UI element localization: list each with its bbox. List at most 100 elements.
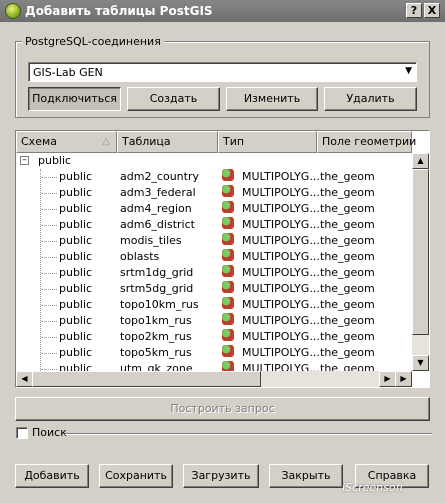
row-schema: public [59,250,93,263]
connection-select[interactable]: GIS-Lab GEN ▼ [28,62,417,82]
multipolygon-icon [222,169,234,181]
scroll-right-icon[interactable]: ▶ [379,371,396,387]
search-checkbox[interactable] [16,427,28,439]
row-geometry-field: the_geom [320,298,375,311]
column-header-type[interactable]: Тип [218,131,317,153]
vertical-scroll-thumb[interactable] [412,169,429,335]
row-table-name: oblasts [120,250,160,263]
horizontal-scroll-thumb[interactable] [32,371,261,387]
title-bar: Добавить таблицы PostGIS ? X [0,0,445,22]
close-title-button[interactable]: X [424,3,440,18]
row-schema: public [59,202,93,215]
row-table-name: topo2km_rus [120,330,192,343]
table-row[interactable]: public topo10km_rus MULTIPOLYG... the_geom [16,297,412,313]
row-schema: public [59,234,93,247]
row-schema: public [59,218,93,231]
multipolygon-icon [222,185,234,197]
create-button[interactable]: Создать [127,87,220,111]
row-table-name: topo5km_rus [120,346,192,359]
tables-tree[interactable]: Схема △ Таблица Тип Поле геометрии – pub… [15,130,430,388]
column-header-schema-label: Схема [21,135,57,148]
horizontal-scrollbar[interactable]: ◀ ▶ ▶ [16,371,412,387]
row-table-name: srtm1dg_grid [120,266,194,279]
row-geometry-field: the_geom [320,186,375,199]
row-table-name: adm6_district [120,218,195,231]
row-geometry-type: MULTIPOLYG... [242,346,320,359]
watermark-text: iScreensoft [342,481,404,494]
multipolygon-icon [222,281,234,293]
table-row[interactable]: public topo1km_rus MULTIPOLYG... the_geom [16,313,412,329]
row-table-name: modis_tiles [120,234,182,247]
load-button[interactable]: Загрузить [183,464,259,488]
table-row[interactable]: public adm4_region MULTIPOLYG... the_geom [16,201,412,217]
scroll-up-icon[interactable]: ▲ [412,153,429,169]
table-row[interactable]: public srtm5dg_grid MULTIPOLYG... the_geom [16,281,412,297]
help-title-button[interactable]: ? [406,3,422,18]
row-geometry-type: MULTIPOLYG... [242,266,320,279]
column-header-schema[interactable]: Схема △ [16,131,117,153]
table-row[interactable]: public adm2_country MULTIPOLYG... the_geom [16,169,412,185]
delete-button[interactable]: Удалить [324,87,417,111]
row-geometry-field: the_geom [320,314,375,327]
row-geometry-field: the_geom [320,266,375,279]
multipolygon-icon [222,345,234,357]
row-table-name: topo1km_rus [120,314,192,327]
table-row[interactable]: public topo2km_rus MULTIPOLYG... the_geom [16,329,412,345]
save-button[interactable]: Сохранить [99,464,173,488]
row-geometry-field: the_geom [320,330,375,343]
row-geometry-field: the_geom [320,346,375,359]
row-geometry-type: MULTIPOLYG... [242,298,320,311]
row-geometry-field: the_geom [320,218,375,231]
row-geometry-field: the_geom [320,250,375,263]
scroll-down-icon[interactable]: ▼ [412,355,429,371]
scroll-right-end-icon[interactable]: ▶ [395,371,412,387]
row-geometry-type: MULTIPOLYG... [242,218,320,231]
multipolygon-icon [222,297,234,309]
table-row[interactable]: public topo5km_rus MULTIPOLYG... the_geom [16,345,412,361]
multipolygon-icon [222,329,234,341]
divider [65,433,432,435]
qgis-logo-icon [5,3,21,19]
multipolygon-icon [222,217,234,229]
column-header-geometry[interactable]: Поле геометрии [317,131,416,153]
schema-node[interactable]: public [16,153,412,169]
multipolygon-icon [222,313,234,325]
chevron-down-icon[interactable]: ▼ [405,66,412,76]
connection-select-value: GIS-Lab GEN [33,66,103,79]
row-geometry-type: MULTIPOLYG... [242,202,320,215]
row-schema: public [59,346,93,359]
vertical-scrollbar[interactable]: ▲ ▼ [412,153,429,371]
row-geometry-field: the_geom [320,234,375,247]
row-schema: public [59,282,93,295]
close-button[interactable]: Закрыть [269,464,343,488]
column-header-table[interactable]: Таблица [117,131,218,153]
row-table-name: adm3_federal [120,186,196,199]
row-schema: public [59,170,93,183]
search-label: Поиск [32,426,67,439]
build-query-button[interactable]: Построить запрос [15,397,430,421]
scroll-left-icon[interactable]: ◀ [16,371,33,387]
table-row[interactable]: public modis_tiles MULTIPOLYG... the_geom [16,233,412,249]
row-schema: public [59,266,93,279]
row-geometry-field: the_geom [320,202,375,215]
table-row[interactable]: public oblasts MULTIPOLYG... the_geom [16,249,412,265]
row-table-name: adm2_country [120,170,200,183]
row-geometry-type: MULTIPOLYG... [242,170,320,183]
table-row[interactable]: public srtm1dg_grid MULTIPOLYG... the_geom [16,265,412,281]
edit-button[interactable]: Изменить [226,87,318,111]
add-button[interactable]: Добавить [15,464,89,488]
row-table-name: topo10km_rus [120,298,199,311]
row-table-name: adm4_region [120,202,192,215]
multipolygon-icon [222,233,234,245]
multipolygon-icon [222,201,234,213]
row-geometry-type: MULTIPOLYG... [242,314,320,327]
row-table-name: srtm5dg_grid [120,282,194,295]
schema-node-label: public [38,154,72,167]
table-row[interactable]: public adm6_district MULTIPOLYG... the_geom [16,217,412,233]
row-geometry-field: the_geom [320,170,375,183]
row-schema: public [59,330,93,343]
row-geometry-type: MULTIPOLYG... [242,250,320,263]
connect-button[interactable]: Подключиться [28,87,121,111]
row-schema: public [59,314,93,327]
table-row[interactable]: public adm3_federal MULTIPOLYG... the_geom [16,185,412,201]
